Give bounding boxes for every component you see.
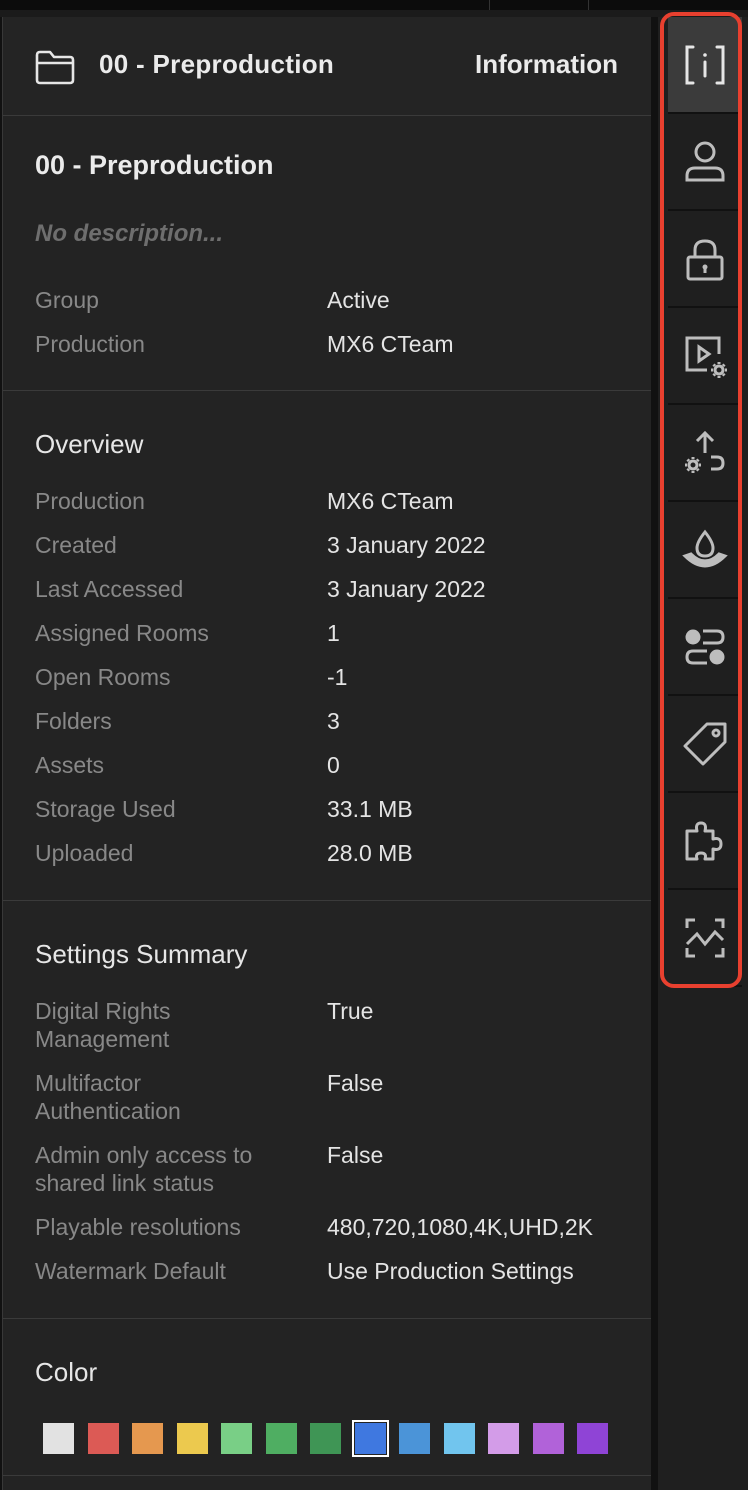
rail-button-toggles[interactable] bbox=[668, 599, 742, 696]
rail-button-security[interactable] bbox=[668, 211, 742, 308]
row-value: True bbox=[327, 998, 374, 1024]
color-swatch[interactable] bbox=[532, 1423, 564, 1454]
row-label: Folders bbox=[35, 708, 112, 734]
row-label: Storage Used bbox=[35, 796, 176, 822]
puzzle-icon bbox=[685, 821, 723, 861]
row-label: Assigned Rooms bbox=[35, 620, 209, 646]
row-label: Production bbox=[35, 488, 145, 514]
rail-button-activity[interactable] bbox=[668, 890, 742, 987]
overview-title: Overview bbox=[35, 429, 144, 459]
color-swatch[interactable] bbox=[443, 1423, 475, 1454]
toolbar-divider bbox=[489, 0, 490, 10]
color-swatch[interactable] bbox=[265, 1423, 297, 1454]
information-panel: 00 - Preproduction Information 00 - Prep… bbox=[2, 17, 651, 1490]
row-value: 1 bbox=[327, 620, 340, 646]
rail-button-information[interactable] bbox=[668, 17, 742, 114]
row-value: False bbox=[327, 1142, 384, 1168]
row-value: Use Production Settings bbox=[327, 1258, 574, 1284]
row-value: -1 bbox=[327, 664, 348, 690]
row-label: Digital Rights Management bbox=[35, 998, 171, 1052]
color-swatch[interactable] bbox=[221, 1423, 252, 1454]
rail-button-tags[interactable] bbox=[668, 696, 742, 793]
row-value: False bbox=[327, 1070, 384, 1096]
color-title: Color bbox=[35, 1357, 98, 1387]
row-label: Multifactor Authentication bbox=[35, 1070, 181, 1124]
color-swatch[interactable] bbox=[577, 1423, 608, 1454]
row-label: Open Rooms bbox=[35, 664, 171, 690]
color-swatch[interactable] bbox=[399, 1423, 430, 1454]
activity-icon bbox=[685, 918, 725, 958]
rail-button-watermark[interactable] bbox=[668, 502, 742, 599]
color-swatch[interactable] bbox=[310, 1423, 341, 1454]
row-value: MX6 CTeam bbox=[327, 488, 454, 514]
rail-button-users[interactable] bbox=[668, 114, 742, 211]
rail-button-upload-settings[interactable] bbox=[668, 405, 742, 502]
color-section: Color bbox=[3, 1319, 651, 1476]
row-value: Active bbox=[327, 287, 390, 313]
row-value: 0 bbox=[327, 752, 340, 778]
info-icon bbox=[685, 45, 725, 85]
overview-section: Overview Production MX6 CTeam Created 3 … bbox=[3, 391, 651, 901]
row-value: 3 January 2022 bbox=[327, 532, 486, 558]
row-label: Production bbox=[35, 331, 145, 357]
project-name: 00 - Preproduction bbox=[35, 150, 274, 180]
row-value: 28.0 MB bbox=[327, 840, 413, 866]
color-swatch[interactable] bbox=[43, 1423, 74, 1454]
folder-icon bbox=[35, 50, 75, 85]
settings-summary-section: Settings Summary Digital Rights Manageme… bbox=[3, 901, 651, 1319]
panel-header: 00 - Preproduction Information bbox=[3, 17, 651, 116]
row-label: Created bbox=[35, 532, 117, 558]
video-settings-icon bbox=[685, 336, 727, 378]
top-toolbar-strip bbox=[0, 0, 748, 10]
color-swatch[interactable] bbox=[488, 1423, 519, 1454]
color-swatch[interactable] bbox=[132, 1423, 163, 1454]
upload-settings-icon bbox=[685, 430, 725, 473]
row-label: Watermark Default bbox=[35, 1258, 226, 1284]
user-icon bbox=[685, 141, 725, 182]
settings-summary-title: Settings Summary bbox=[35, 939, 248, 969]
rail-button-integrations[interactable] bbox=[668, 793, 742, 890]
row-value: 3 January 2022 bbox=[327, 576, 486, 602]
toolbar-divider bbox=[588, 0, 589, 10]
project-description[interactable]: No description... bbox=[35, 220, 223, 248]
rail-button-playback-settings[interactable] bbox=[668, 308, 742, 405]
color-swatch[interactable] bbox=[176, 1423, 208, 1454]
row-label: Uploaded bbox=[35, 840, 134, 866]
lock-icon bbox=[686, 239, 724, 281]
watermark-icon bbox=[682, 529, 728, 568]
row-value: 3 bbox=[327, 708, 340, 734]
tag-icon bbox=[683, 722, 727, 766]
toggles-icon bbox=[685, 629, 725, 665]
top-separator bbox=[0, 10, 748, 17]
row-label: Assets bbox=[35, 752, 105, 778]
row-value: 33.1 MB bbox=[327, 796, 413, 822]
row-label: Group bbox=[35, 287, 99, 313]
color-swatch[interactable] bbox=[351, 1420, 389, 1457]
project-summary-section: 00 - Preproduction No description... Gro… bbox=[3, 116, 651, 391]
color-swatch[interactable] bbox=[87, 1423, 119, 1454]
row-label: Admin only access to shared link status bbox=[35, 1142, 253, 1196]
row-value: MX6 CTeam bbox=[327, 331, 454, 357]
row-value: 480,720,1080,4K,UHD,2K bbox=[327, 1214, 593, 1240]
header-section-label: Information bbox=[475, 49, 618, 79]
row-label: Last Accessed bbox=[35, 576, 184, 602]
row-label: Playable resolutions bbox=[35, 1214, 241, 1240]
header-title: 00 - Preproduction bbox=[99, 49, 335, 79]
